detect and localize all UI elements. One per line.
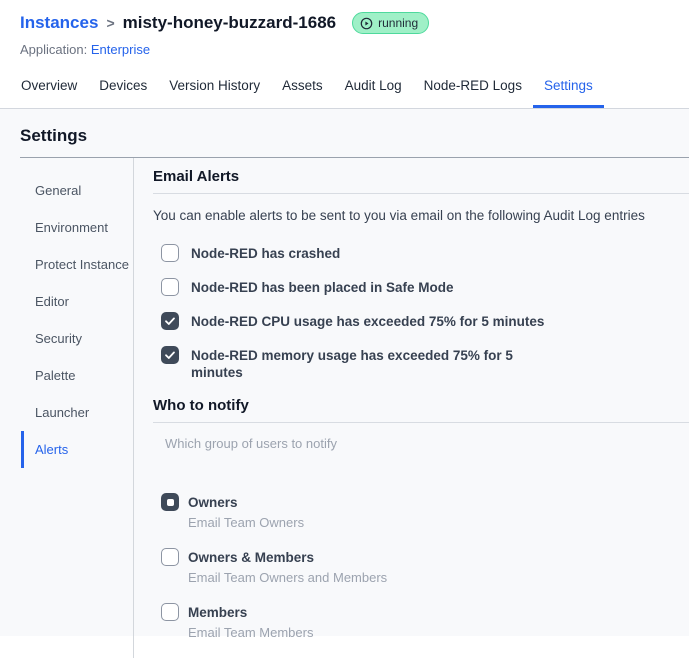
checkbox-memory-usage[interactable]: Node-RED memory usage has exceeded 75% f… (161, 346, 689, 381)
radio-owners-and-members[interactable]: Owners & Members Email Team Owners and M… (161, 548, 689, 586)
radio-label: Members (188, 605, 248, 620)
page-header: Instances > misty-honey-buzzard-1686 run… (0, 0, 689, 57)
tab-audit-log[interactable]: Audit Log (334, 72, 413, 108)
who-to-notify-divider (153, 422, 689, 423)
instance-tabs: Overview Devices Version History Assets … (0, 72, 689, 109)
checkbox-crashed[interactable]: Node-RED has crashed (161, 244, 689, 262)
checkbox-safe-mode[interactable]: Node-RED has been placed in Safe Mode (161, 278, 689, 296)
radio-label: Owners & Members (188, 550, 315, 565)
radio-icon (161, 603, 179, 621)
instance-name: misty-honey-buzzard-1686 (122, 13, 337, 32)
settings-sidebar: General Environment Protect Instance Edi… (20, 158, 133, 658)
sidebar-item-general[interactable]: General (21, 172, 133, 209)
email-alerts-options: Node-RED has crashed Node-RED has been p… (161, 244, 689, 381)
breadcrumb-instances-link[interactable]: Instances (20, 13, 98, 33)
checkbox-cpu-usage[interactable]: Node-RED CPU usage has exceeded 75% for … (161, 312, 689, 330)
tab-devices[interactable]: Devices (88, 72, 158, 108)
breadcrumb: Instances > misty-honey-buzzard-1686 run… (20, 12, 669, 34)
tab-overview[interactable]: Overview (10, 72, 88, 108)
radio-owners[interactable]: Owners Email Team Owners (161, 493, 689, 531)
page-title: Settings (20, 126, 88, 145)
who-to-notify-title: Who to notify (153, 397, 249, 414)
application-link[interactable]: Enterprise (91, 42, 150, 57)
checkbox-label: Node-RED CPU usage has exceeded 75% for … (191, 314, 545, 329)
breadcrumb-separator: > (106, 15, 115, 31)
checkbox-icon (161, 346, 179, 364)
sidebar-item-palette[interactable]: Palette (21, 357, 133, 394)
email-alerts-title: Email Alerts (153, 168, 240, 185)
tab-version-history[interactable]: Version History (158, 72, 271, 108)
radio-description: Email Team Owners and Members (188, 570, 388, 585)
application-row: Application: Enterprise (20, 42, 669, 57)
sidebar-item-editor[interactable]: Editor (21, 283, 133, 320)
tab-settings[interactable]: Settings (532, 72, 604, 108)
status-badge: running (352, 12, 430, 34)
radio-icon (161, 493, 179, 511)
checkbox-label: Node-RED memory usage has exceeded 75% f… (191, 348, 513, 380)
settings-page: Settings General Environment Protect Ins… (0, 109, 689, 658)
sidebar-item-alerts[interactable]: Alerts (21, 431, 133, 468)
sidebar-item-protect-instance[interactable]: Protect Instance (21, 246, 133, 283)
checkbox-icon (161, 312, 179, 330)
email-alerts-divider (153, 193, 689, 194)
application-label: Application: (20, 42, 88, 57)
sidebar-item-security[interactable]: Security (21, 320, 133, 357)
radio-icon (161, 548, 179, 566)
radio-description: Email Team Members (188, 625, 314, 640)
radio-description: Email Team Owners (188, 515, 305, 530)
tab-assets[interactable]: Assets (271, 72, 334, 108)
status-badge-label: running (378, 16, 419, 30)
tab-node-red-logs[interactable]: Node-RED Logs (413, 72, 533, 108)
radio-dot (166, 498, 174, 506)
checkbox-icon (161, 244, 179, 262)
alerts-settings-panel: Email Alerts You can enable alerts to be… (133, 158, 689, 658)
who-to-notify-options: Owners Email Team Owners Owners & Member… (161, 493, 689, 641)
radio-members[interactable]: Members Email Team Members (161, 603, 689, 641)
checkbox-label: Node-RED has been placed in Safe Mode (191, 280, 454, 295)
checkbox-icon (161, 278, 179, 296)
sidebar-item-launcher[interactable]: Launcher (21, 394, 133, 431)
email-alerts-description: You can enable alerts to be sent to you … (153, 208, 645, 223)
radio-label: Owners (188, 495, 238, 510)
sidebar-item-environment[interactable]: Environment (21, 209, 133, 246)
checkbox-label: Node-RED has crashed (191, 246, 341, 261)
who-to-notify-description: Which group of users to notify (165, 436, 337, 451)
play-circle-icon (360, 17, 373, 30)
